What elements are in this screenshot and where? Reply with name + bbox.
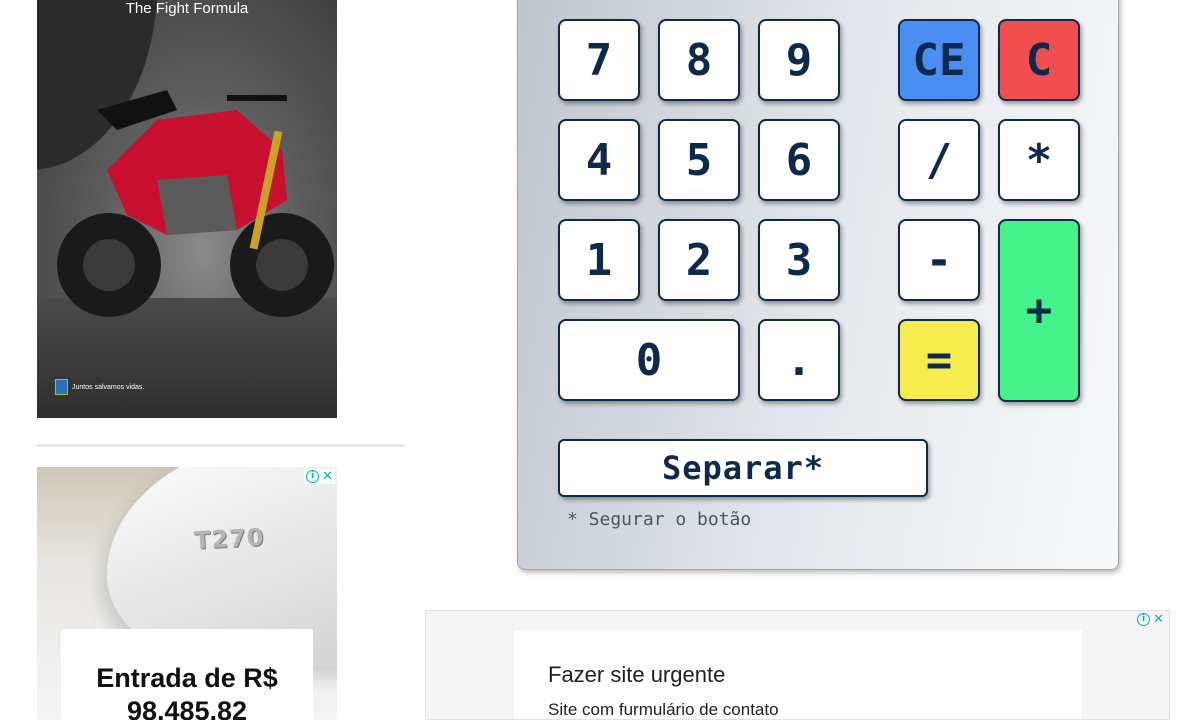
key-0[interactable]: 0 [558,319,740,401]
key-1[interactable]: 1 [558,219,640,301]
ad-offer-card: Entrada de R$ 98.485,82 [61,629,313,720]
ad-choices[interactable]: i ✕ [304,469,335,484]
ad-text-box: Fazer site urgente Site com furmulário d… [514,630,1082,719]
ad-title: Fazer site urgente [548,662,726,687]
key-6[interactable]: 6 [758,119,840,201]
ad-footer: Juntos salvamos vidas. [55,379,144,395]
ad-choices[interactable]: i ✕ [1135,612,1166,627]
clear-entry-button[interactable]: CE [898,19,980,101]
ad-close-icon[interactable]: ✕ [322,469,333,484]
key-8[interactable]: 8 [658,19,740,101]
website-ad[interactable]: Fazer site urgente Site com furmulário d… [425,610,1170,720]
ad-footer-text: Juntos salvamos vidas. [72,383,145,391]
decimal-point-button[interactable]: . [758,319,840,401]
offer-line-1: Entrada de R$ [96,663,278,693]
minus-button[interactable]: - [898,219,980,301]
hold-button-hint: * Segurar o botão [567,509,752,530]
motorcycle-image [57,90,334,317]
campaign-logo-icon [55,379,68,395]
separate-button[interactable]: Separar* [558,439,928,497]
car-badge: T270 [193,523,266,555]
key-7[interactable]: 7 [558,19,640,101]
divide-button[interactable]: / [898,119,980,201]
motorcycle-ad[interactable]: The Fight Formula Juntos salvamos vidas. [37,0,337,418]
clear-button[interactable]: C [998,19,1080,101]
plus-button[interactable]: + [998,219,1080,402]
ad-info-icon[interactable]: i [1137,613,1151,626]
ad-subtitle: Site com furmulário de contato [548,700,779,719]
car-ad[interactable]: T270 Entrada de R$ 98.485,82 i ✕ [37,467,337,720]
key-4[interactable]: 4 [558,119,640,201]
key-3[interactable]: 3 [758,219,840,301]
key-5[interactable]: 5 [658,119,740,201]
equals-button[interactable]: = [898,319,980,401]
key-9[interactable]: 9 [758,19,840,101]
ad-info-icon[interactable]: i [306,470,320,483]
ad-close-icon[interactable]: ✕ [1153,612,1164,627]
key-2[interactable]: 2 [658,219,740,301]
sidebar-divider [37,444,405,447]
multiply-button[interactable]: * [998,119,1080,201]
offer-line-2: 98.485,82 [126,696,248,720]
